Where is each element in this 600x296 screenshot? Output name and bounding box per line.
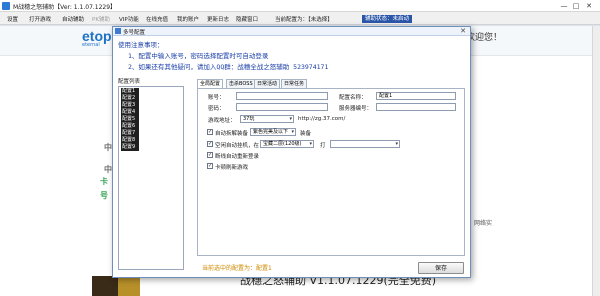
bg-text-4: 号 xyxy=(100,191,108,200)
password-input[interactable] xyxy=(236,103,328,111)
menu-my-account[interactable]: 我的账户 xyxy=(177,15,199,23)
save-button[interactable]: 保存 xyxy=(418,262,464,274)
menu-auto-assist[interactable]: 自动辅助 xyxy=(62,15,84,23)
menu-recharge[interactable]: 在线充值 xyxy=(146,15,168,23)
list-item[interactable]: 配置8 xyxy=(121,137,139,144)
refresh-checkbox[interactable]: ✓ xyxy=(207,163,213,169)
tab-daily-activity[interactable]: 日常活动 xyxy=(254,79,281,88)
menu-settings[interactable]: 设置 xyxy=(7,15,18,23)
menu-update-log[interactable]: 更新日志 xyxy=(207,15,229,23)
bg-game-image-2 xyxy=(118,276,140,296)
idle-hang-label: 空闲自动挂机，在 xyxy=(215,143,260,149)
account-input[interactable] xyxy=(236,92,328,100)
dialog-icon xyxy=(115,28,121,34)
bg-game-image xyxy=(92,276,118,296)
menu-hide-window[interactable]: 隐藏窗口 xyxy=(236,15,258,23)
account-label: 账号： xyxy=(208,95,225,101)
menu-vip[interactable]: VIP功能 xyxy=(119,15,139,23)
list-item[interactable]: 配置4 xyxy=(121,109,139,116)
game-url-label: 游戏地址： xyxy=(208,118,236,124)
auto-dismantle-label: 自动拆解装备 xyxy=(215,131,249,137)
tab-global-config[interactable]: 全局配置 xyxy=(197,79,224,88)
selected-config-status: 当前选中的配置为：配置1 xyxy=(202,265,272,272)
minimize-icon[interactable]: — xyxy=(558,1,570,11)
equip-suffix-label: 装备 xyxy=(300,131,312,137)
reconnect-label: 断线自动重新登录 xyxy=(215,154,260,160)
window-title: M战穗之怒辅助【Ver: 1.1.07.1229】 xyxy=(13,4,117,11)
config-name-input[interactable]: 配置1 xyxy=(376,92,456,100)
config-list-label: 配置列表 xyxy=(118,79,141,85)
notes-title: 使用注意事项： xyxy=(118,41,164,49)
game-url-value: http://zg.37.com/ xyxy=(298,116,346,122)
assist-status-badge: 辅助状态：未启动 xyxy=(362,15,413,23)
list-item[interactable]: 配置5 xyxy=(121,116,139,123)
dialog-title: 多号配置 xyxy=(123,30,146,36)
server-number-input[interactable] xyxy=(376,103,456,111)
close-icon[interactable]: ✕ xyxy=(583,1,595,11)
note-1: 1、配置中输入账号，密码选择配置时可自动登录 xyxy=(128,52,269,60)
current-config-label: 当前配置为：【未选择】 xyxy=(275,17,333,23)
maximize-icon[interactable]: □ xyxy=(570,1,582,11)
site-logo-subtitle: eternal xyxy=(82,42,100,48)
bg-text-3: 卡 xyxy=(100,177,108,186)
auto-dismantle-checkbox[interactable]: ✓ xyxy=(207,129,213,135)
refresh-label: 卡顿刷新游戏 xyxy=(215,165,249,171)
dialog-titlebar: 多号配置 xyxy=(113,27,470,36)
bg-right-text: 网络实 xyxy=(474,220,493,227)
password-label: 密码： xyxy=(208,106,225,112)
tab-kill-boss[interactable]: 击杀BOSS xyxy=(226,79,256,88)
menu-open-game[interactable]: 打开游戏 xyxy=(29,15,51,23)
list-item[interactable]: 配置1 xyxy=(121,88,139,95)
list-item[interactable]: 配置3 xyxy=(121,102,139,109)
app-icon xyxy=(2,2,10,10)
welcome-text: 欢迎您！ xyxy=(466,33,503,43)
menu-pk-assist[interactable]: PK辅助 xyxy=(92,15,110,23)
reconnect-checkbox[interactable]: ✓ xyxy=(207,152,213,158)
dialog-close-icon[interactable]: ✕ xyxy=(457,27,469,36)
config-name-label: 配置名称： xyxy=(339,95,367,101)
window-titlebar: M战穗之怒辅助【Ver: 1.1.07.1229】 — □ ✕ xyxy=(0,0,600,12)
equip-quality-select[interactable]: 紫色完美及以下 xyxy=(250,128,296,136)
menu-bar: 设置 打开游戏 自动辅助 PK辅助 VIP功能 在线充值 我的账户 更新日志 隐… xyxy=(0,12,600,25)
hang-target-select[interactable] xyxy=(330,140,400,148)
list-item[interactable]: 配置9 xyxy=(121,144,139,151)
server-number-label: 服务器编号： xyxy=(339,106,373,112)
vertical-scrollbar[interactable] xyxy=(592,26,600,296)
idle-hang-checkbox[interactable]: ✓ xyxy=(207,141,213,147)
list-item[interactable]: 配置2 xyxy=(121,95,139,102)
bg-text-1: 中 xyxy=(104,143,112,152)
tab-daily-task[interactable]: 日常任务 xyxy=(281,79,308,88)
list-item[interactable]: 配置7 xyxy=(121,130,139,137)
hang-map-select[interactable]: 宝藏二层(120级) xyxy=(260,140,314,148)
bg-text-2: 中 xyxy=(104,165,112,174)
hang-mid-label: 打 xyxy=(320,143,326,149)
tab-panel xyxy=(197,88,465,256)
game-platform-select[interactable]: 37玩 xyxy=(240,115,294,123)
list-item[interactable]: 配置6 xyxy=(121,123,139,130)
note-2: 2、如果还有其他疑问，请加入QQ群：战穗全战之怒辅助 523974171 xyxy=(128,63,329,71)
